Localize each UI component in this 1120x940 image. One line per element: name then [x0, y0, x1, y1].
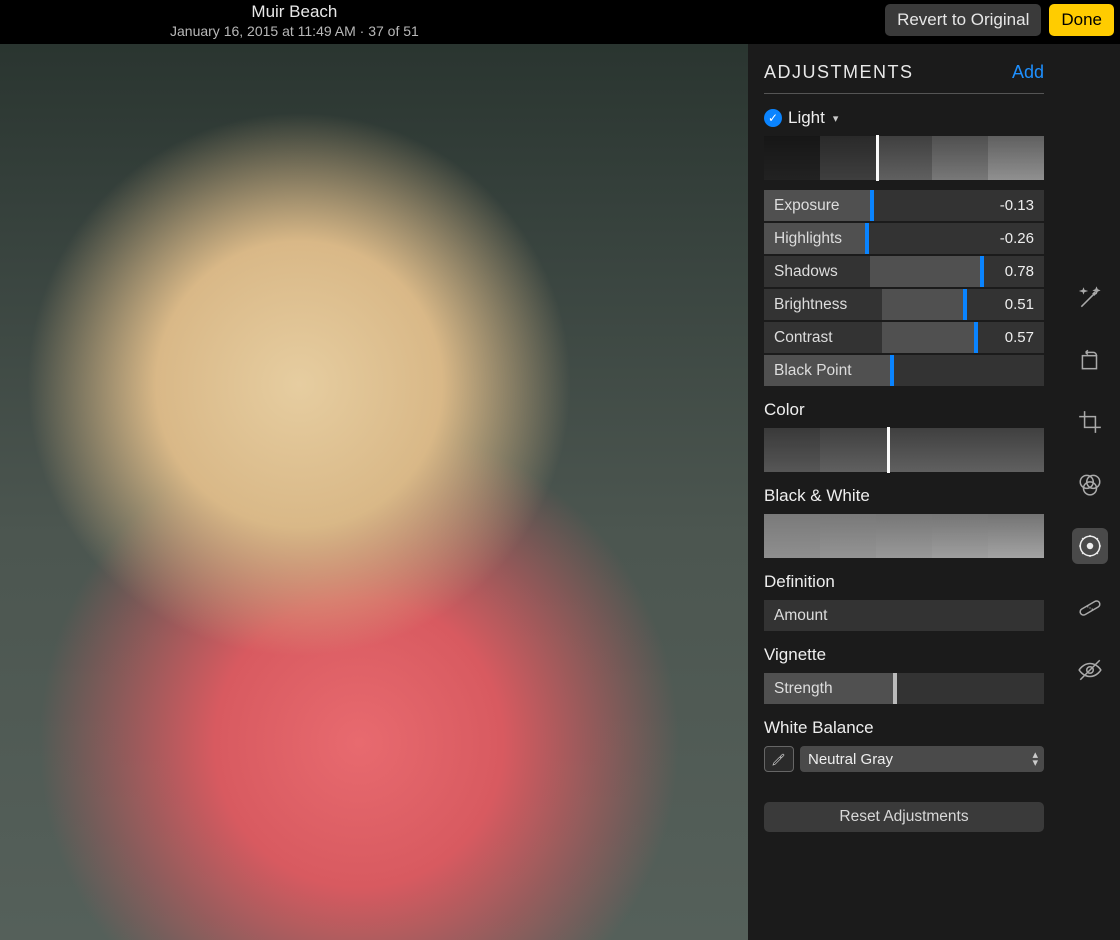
add-adjustment-button[interactable]: Add: [1012, 62, 1044, 83]
light-section: ✓ Light ▾ Exposure -0.13: [764, 108, 1044, 386]
photo-canvas[interactable]: [0, 44, 748, 940]
vignette-section: Vignette Strength: [764, 645, 1044, 704]
vignette-strength-slider[interactable]: Strength: [764, 673, 1044, 704]
adjustments-panel: ADJUSTMENTS Add ✓ Light ▾: [748, 44, 1060, 940]
light-thumbstrip[interactable]: [764, 136, 1044, 180]
highlights-slider[interactable]: Highlights -0.26: [764, 223, 1044, 254]
vignette-label[interactable]: Vignette: [764, 645, 1044, 665]
redeye-tool[interactable]: [1072, 652, 1108, 688]
panel-title: ADJUSTMENTS: [764, 62, 914, 83]
whitebalance-select[interactable]: Neutral Gray ▴▾: [800, 746, 1044, 772]
eye-slash-icon: [1077, 657, 1103, 683]
done-button[interactable]: Done: [1049, 4, 1114, 36]
color-strip-marker[interactable]: [887, 427, 890, 473]
adjust-tool[interactable]: [1072, 528, 1108, 564]
photo-placeholder: [0, 44, 748, 940]
top-bar: Muir Beach January 16, 2015 at 11:49 AM …: [0, 0, 1120, 44]
whitebalance-section: White Balance Neutral Gray ▴▾: [764, 718, 1044, 772]
retouch-tool[interactable]: [1072, 590, 1108, 626]
color-thumbstrip[interactable]: [764, 428, 1044, 472]
stepper-icon: ▴▾: [1032, 751, 1038, 767]
definition-amount-slider[interactable]: Amount: [764, 600, 1044, 631]
check-icon[interactable]: ✓: [764, 109, 782, 127]
bw-label[interactable]: Black & White: [764, 486, 1044, 506]
shadows-slider[interactable]: Shadows 0.78: [764, 256, 1044, 287]
light-label: Light: [788, 108, 825, 128]
eyedropper-icon: [771, 751, 787, 767]
color-label[interactable]: Color: [764, 400, 1044, 420]
whitebalance-value: Neutral Gray: [808, 751, 893, 768]
definition-section: Definition Amount: [764, 572, 1044, 631]
blackpoint-slider[interactable]: Black Point: [764, 355, 1044, 386]
filters-tool[interactable]: [1072, 466, 1108, 502]
definition-label[interactable]: Definition: [764, 572, 1044, 592]
magic-wand-tool[interactable]: [1072, 280, 1108, 316]
bandage-icon: [1077, 595, 1103, 621]
bw-section: Black & White: [764, 486, 1044, 558]
light-strip-marker[interactable]: [876, 135, 879, 181]
magic-wand-icon: [1077, 285, 1103, 311]
crop-tool[interactable]: [1072, 404, 1108, 440]
eyedropper-button[interactable]: [764, 746, 794, 772]
rotate-icon: [1077, 347, 1103, 373]
exposure-slider[interactable]: Exposure -0.13: [764, 190, 1044, 221]
adjust-icon: [1077, 533, 1103, 559]
tool-rail: [1060, 44, 1120, 940]
photo-meta: January 16, 2015 at 11:49 AM · 37 of 51: [170, 23, 419, 39]
color-section: Color: [764, 400, 1044, 472]
reset-adjustments-button[interactable]: Reset Adjustments: [764, 802, 1044, 832]
light-header[interactable]: ✓ Light ▾: [764, 108, 1044, 128]
crop-icon: [1077, 409, 1103, 435]
contrast-slider[interactable]: Contrast 0.57: [764, 322, 1044, 353]
rotate-tool[interactable]: [1072, 342, 1108, 378]
bw-thumbstrip[interactable]: [764, 514, 1044, 558]
chevron-down-icon: ▾: [833, 112, 839, 125]
brightness-slider[interactable]: Brightness 0.51: [764, 289, 1044, 320]
filters-icon: [1077, 471, 1103, 497]
revert-button[interactable]: Revert to Original: [885, 4, 1041, 36]
whitebalance-label[interactable]: White Balance: [764, 718, 1044, 738]
photo-title: Muir Beach: [170, 2, 419, 22]
